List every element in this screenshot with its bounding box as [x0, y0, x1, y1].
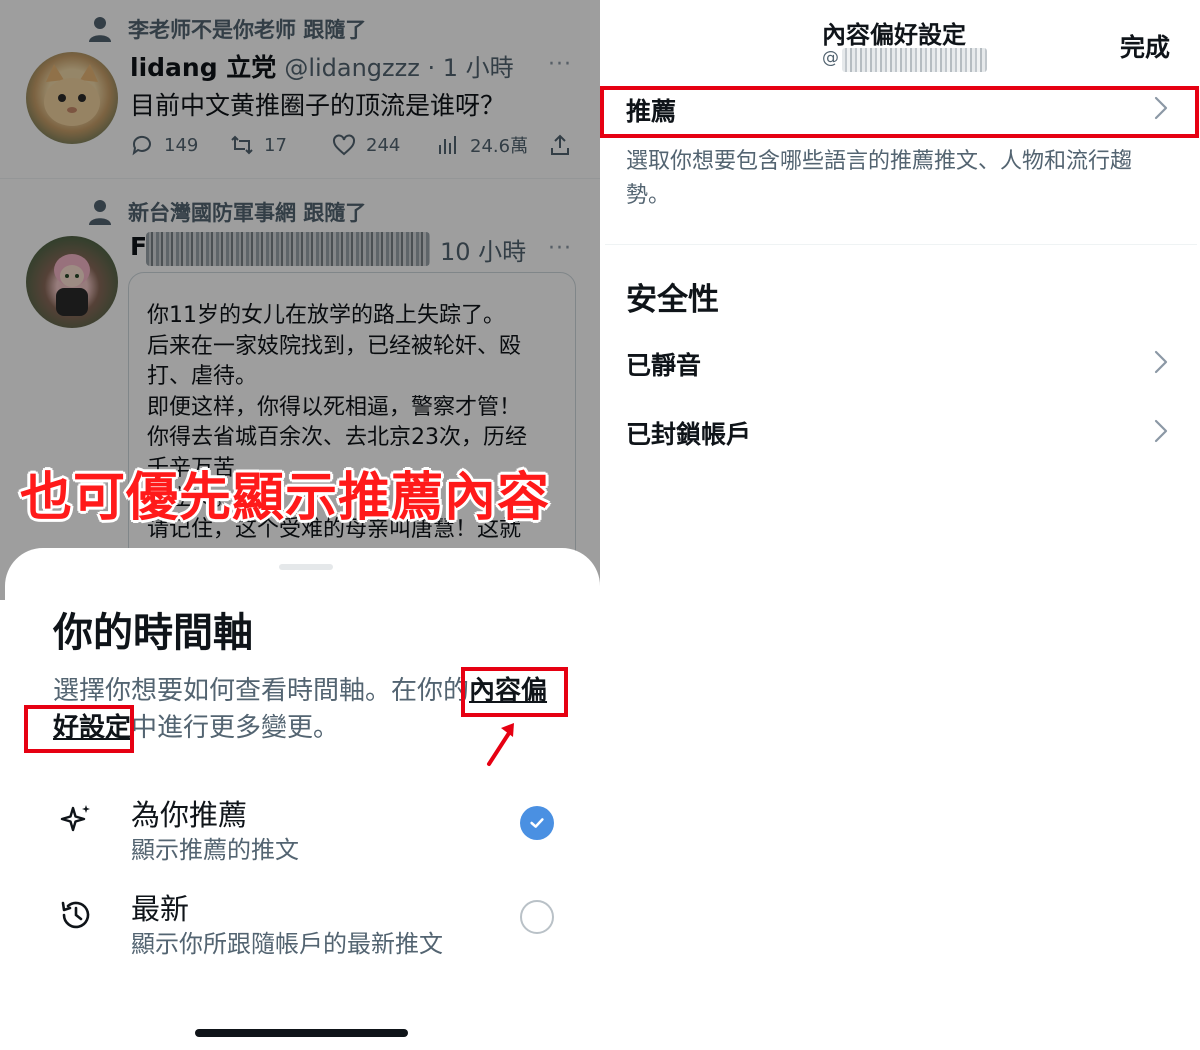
- recommendations-description: 選取你想要包含哪些語言的推薦推文、人物和流行趨勢。: [626, 149, 1133, 208]
- radio-unselected[interactable]: [520, 900, 554, 934]
- section-heading-safety: 安全性: [626, 282, 719, 318]
- highlight-box-link: [461, 667, 568, 717]
- sparkle-icon: [60, 805, 90, 832]
- redacted-handle: [842, 48, 987, 72]
- sheet-grabber[interactable]: [279, 564, 333, 570]
- desc-text: 選擇你想要如何查看時間軸。在你的: [53, 676, 470, 706]
- content-preferences-screen: 內容偏好設定 @ 完成 推薦 選取你想要包含哪些語言的推薦推文、人物和流行趨勢。…: [600, 0, 1200, 1050]
- desc-text: 中進行更多變更。: [131, 713, 340, 743]
- annotation-title: 也可優先顯示推薦內容: [20, 468, 551, 528]
- history-icon: [61, 901, 90, 929]
- option-label: 為你推薦: [131, 798, 248, 832]
- option-latest[interactable]: 最新 顯示你所跟隨帳戶的最新推文: [57, 886, 567, 958]
- page-title: 內容偏好設定: [822, 21, 966, 49]
- chevron-right-icon: [1154, 350, 1168, 374]
- highlight-box-recommendations: [600, 86, 1199, 138]
- home-indicator[interactable]: [195, 1029, 408, 1037]
- arrow-icon: [487, 723, 514, 766]
- chevron-right-icon: [1154, 419, 1168, 443]
- check-icon: [530, 818, 544, 828]
- option-subtitle: 顯示推薦的推文: [131, 836, 299, 864]
- option-for-you[interactable]: 為你推薦 顯示推薦的推文: [57, 792, 567, 864]
- settings-row-blocked[interactable]: 已封鎖帳戶: [626, 415, 1174, 455]
- option-label: 最新: [131, 892, 190, 926]
- radio-selected[interactable]: [520, 806, 554, 840]
- highlight-box-link: [24, 705, 134, 753]
- row-label: 已靜音: [626, 351, 702, 380]
- row-label: 已封鎖帳戶: [626, 420, 752, 449]
- sheet-title: 你的時間軸: [53, 610, 253, 656]
- timeline-bottom-sheet: 你的時間軸 選擇你想要如何查看時間軸。在你的內容偏 好設定中進行更多變更。 為你推…: [5, 548, 600, 1050]
- settings-row-muted[interactable]: 已靜音: [626, 346, 1174, 386]
- section-divider: [605, 244, 1197, 245]
- timeline-screen: 李老师不是你老师 跟隨了 lidang 立党 @lidangzzz · 1 小時…: [0, 0, 600, 1050]
- account-handle: @: [822, 48, 839, 68]
- option-subtitle: 顯示你所跟隨帳戶的最新推文: [131, 930, 443, 958]
- done-button[interactable]: 完成: [1120, 28, 1170, 64]
